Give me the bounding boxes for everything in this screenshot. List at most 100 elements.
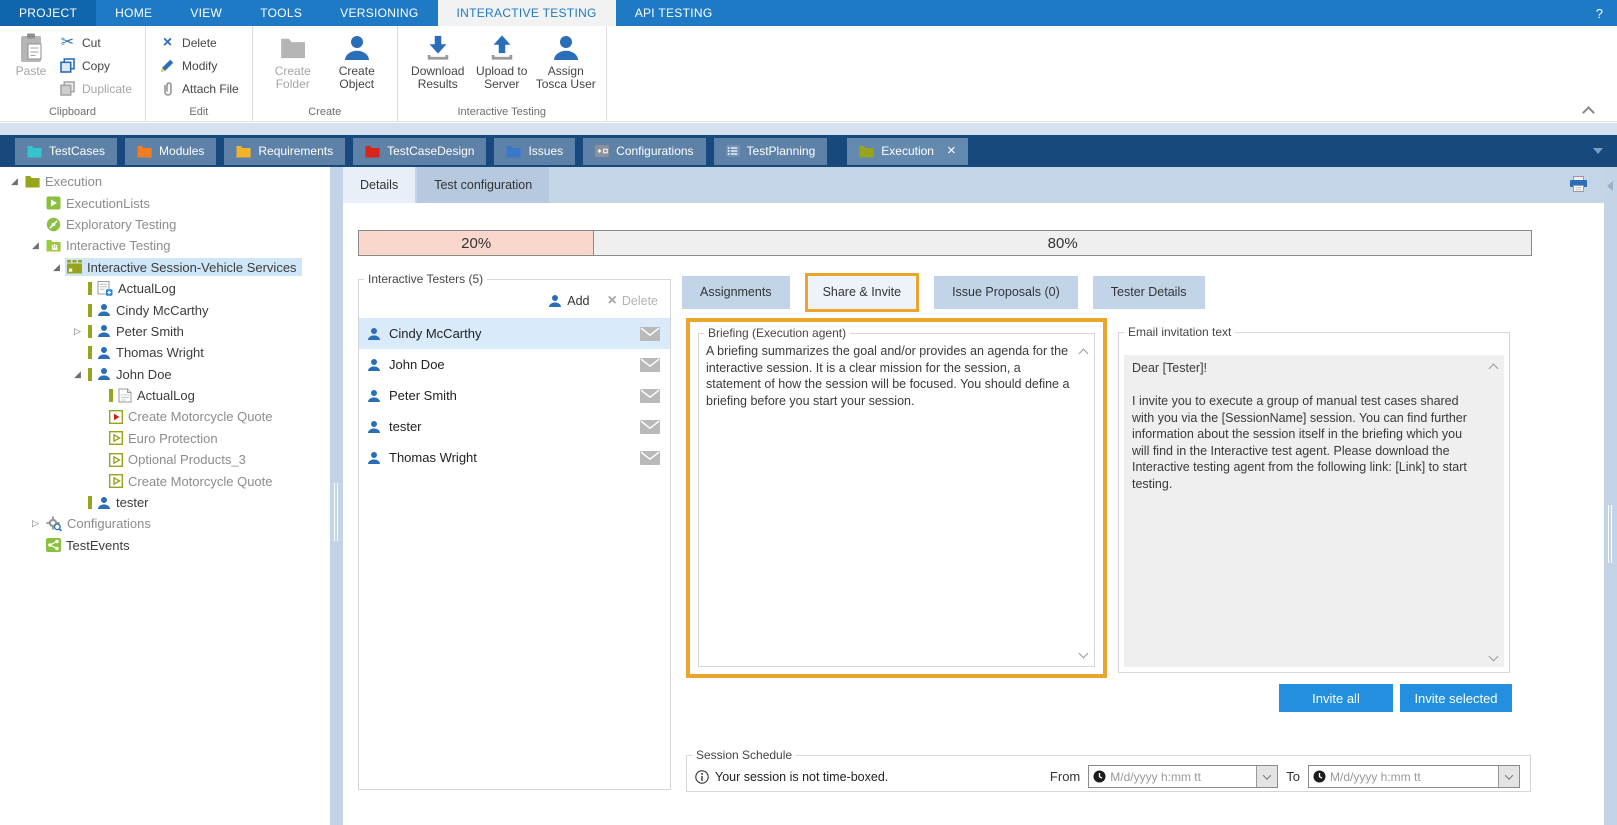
person-icon xyxy=(549,295,562,307)
person-icon xyxy=(367,389,381,403)
tester-row-cindy-mccarthy[interactable]: Cindy McCarthy xyxy=(359,318,670,349)
scissors-icon: ✂ xyxy=(60,34,75,51)
tester-name: John Doe xyxy=(389,357,445,372)
pencil-icon xyxy=(159,58,176,73)
tester-row-thomas-wright[interactable]: Thomas Wright xyxy=(359,442,670,473)
tree-item-peter-smith[interactable]: ▷ Peter Smith xyxy=(0,321,330,342)
info-icon xyxy=(695,769,709,784)
tab-details[interactable]: Details xyxy=(343,167,416,203)
tree-item-actuallog[interactable]: ActualLog xyxy=(0,278,330,299)
workspace-tab-testplanning[interactable]: TestPlanning xyxy=(713,137,828,165)
assign-tosca-user-button[interactable]: Assign Tosca User xyxy=(534,28,598,91)
paste-clipboard-icon xyxy=(19,31,44,65)
tester-row-john-doe[interactable]: John Doe xyxy=(359,349,670,380)
briefing-textarea[interactable]: A briefing summarizes the goal and/or pr… xyxy=(699,340,1094,409)
workspace-tab-testcasedesign[interactable]: TestCaseDesign xyxy=(353,137,487,165)
tester-row-peter-smith[interactable]: Peter Smith xyxy=(359,380,670,411)
close-tab-icon[interactable]: × xyxy=(947,143,956,158)
workspace-tab-requirements[interactable]: Requirements xyxy=(224,137,346,165)
delete-button[interactable]: × Delete xyxy=(154,31,244,54)
tree-item-label: Cindy McCarthy xyxy=(116,302,209,318)
workspace-tab-configurations[interactable]: Configurations xyxy=(583,137,706,165)
tree-item-exploratory-testing[interactable]: Exploratory Testing xyxy=(0,214,330,235)
tree-item-actuallog[interactable]: ActualLog xyxy=(0,385,330,406)
tree-item-execution[interactable]: ◢ Execution xyxy=(0,171,330,192)
right-splitter[interactable] xyxy=(1604,167,1617,825)
tester-row-tester[interactable]: tester xyxy=(359,411,670,442)
copy-button[interactable]: Copy xyxy=(54,54,137,77)
tree-item-optional-products-3[interactable]: Optional Products_3 xyxy=(0,449,330,470)
cut-button[interactable]: ✂ Cut xyxy=(54,31,137,54)
tree-item-create-motorcycle-quote[interactable]: Create Motorcycle Quote xyxy=(0,470,330,491)
tab-overflow-icon[interactable] xyxy=(1593,148,1603,154)
menu-interactive-testing[interactable]: INTERACTIVE TESTING xyxy=(437,0,616,26)
ribbon-group-label: Edit xyxy=(189,106,209,118)
workspace-tab-execution[interactable]: Execution × xyxy=(847,137,968,165)
print-icon[interactable] xyxy=(1569,176,1588,197)
envelope-icon xyxy=(640,357,660,372)
session-tab-share-invite[interactable]: Share & Invite xyxy=(804,272,920,312)
add-tester-button[interactable]: Add xyxy=(548,294,590,308)
email-title: Email invitation text xyxy=(1128,325,1232,339)
upload-to-server-button[interactable]: Upload to Server xyxy=(470,28,534,91)
from-datetime-picker[interactable]: M/d/yyyy h:mm tt xyxy=(1088,765,1279,788)
attach-file-button[interactable]: Attach File xyxy=(154,77,244,100)
invite-all-button[interactable]: Invite all xyxy=(1279,684,1393,712)
invite-selected-button[interactable]: Invite selected xyxy=(1400,684,1512,712)
splitter-grip[interactable] xyxy=(334,483,338,541)
tree-item-john-doe[interactable]: ◢ John Doe xyxy=(0,364,330,385)
to-datetime-picker[interactable]: M/d/yyyy h:mm tt xyxy=(1308,765,1520,788)
session-tab-tester-details[interactable]: Tester Details xyxy=(1092,275,1205,309)
tree-splitter[interactable] xyxy=(330,167,343,825)
tree-item-configurations[interactable]: ▷ Configurations xyxy=(0,513,330,534)
download-results-button[interactable]: Download Results xyxy=(406,28,470,91)
execution-list-icon xyxy=(46,196,61,210)
tree-item-label: Exploratory Testing xyxy=(66,216,177,232)
workspace-tab-modules[interactable]: Modules xyxy=(125,137,217,165)
workspace-tab-issues[interactable]: Issues xyxy=(494,137,576,165)
menu-api-testing[interactable]: API TESTING xyxy=(616,0,732,26)
tree-item-thomas-wright[interactable]: Thomas Wright xyxy=(0,342,330,363)
workspace-tab-testcases[interactable]: TestCases xyxy=(15,137,118,165)
dropdown-button[interactable] xyxy=(1498,766,1519,787)
scroll-down-icon[interactable] xyxy=(1078,648,1089,659)
invite-actions: Invite all Invite selected xyxy=(1279,684,1512,712)
expander-icon[interactable]: ▷ xyxy=(69,326,86,337)
collapse-panel-icon[interactable] xyxy=(1607,181,1613,191)
tree-item-cindy-mccarthy[interactable]: Cindy McCarthy xyxy=(0,299,330,320)
menu-view[interactable]: VIEW xyxy=(171,0,241,26)
menu-versioning[interactable]: VERSIONING xyxy=(321,0,437,26)
ribbon-group-clipboard: Paste ✂ Cut Copy Duplicate Clipboard xyxy=(0,26,147,121)
tree-item-testevents[interactable]: TestEvents xyxy=(0,535,330,556)
menu-tools[interactable]: TOOLS xyxy=(241,0,321,26)
workspace-tab-label: TestCases xyxy=(49,144,106,158)
dropdown-button[interactable] xyxy=(1256,766,1278,787)
menu-project[interactable]: PROJECT xyxy=(0,0,97,26)
expander-icon[interactable]: ◢ xyxy=(48,262,65,273)
create-object-button[interactable]: Create Object xyxy=(325,28,389,91)
tree-item-tester[interactable]: tester xyxy=(0,492,330,513)
expander-icon[interactable]: ◢ xyxy=(69,369,86,380)
progress-label: 80% xyxy=(1047,234,1078,252)
expander-icon[interactable]: ◢ xyxy=(6,176,23,187)
session-tab-assignments[interactable]: Assignments xyxy=(682,275,790,309)
expander-icon[interactable]: ▷ xyxy=(27,518,44,529)
tree-item-interactive-session-vehicle-services[interactable]: ◢ Interactive Session-Vehicle Services xyxy=(0,257,330,278)
modify-button[interactable]: Modify xyxy=(154,54,244,77)
tree-item-create-motorcycle-quote[interactable]: Create Motorcycle Quote xyxy=(0,406,330,427)
ribbon-group-label: Create xyxy=(308,106,342,118)
tree-item-executionlists[interactable]: ExecutionLists xyxy=(0,192,330,213)
upload-icon xyxy=(488,31,516,65)
email-invitation-textarea[interactable]: Dear [Tester]! I invite you to execute a… xyxy=(1124,355,1504,667)
help-button[interactable]: ? xyxy=(1582,0,1617,26)
session-tab-issue-proposals-0[interactable]: Issue Proposals (0) xyxy=(934,275,1078,309)
log-add-icon xyxy=(97,281,113,296)
tree-item-euro-protection[interactable]: Euro Protection xyxy=(0,428,330,449)
menu-home[interactable]: HOME xyxy=(96,0,171,26)
expander-icon[interactable]: ◢ xyxy=(27,240,44,251)
play-olive-icon xyxy=(109,474,123,489)
tree-item-interactive-testing[interactable]: ◢ Interactive Testing xyxy=(0,235,330,256)
tab-test-configuration[interactable]: Test configuration xyxy=(417,167,550,203)
briefing-highlight-box: Briefing (Execution agent) A briefing su… xyxy=(686,318,1107,678)
splitter-grip[interactable] xyxy=(1608,505,1612,563)
